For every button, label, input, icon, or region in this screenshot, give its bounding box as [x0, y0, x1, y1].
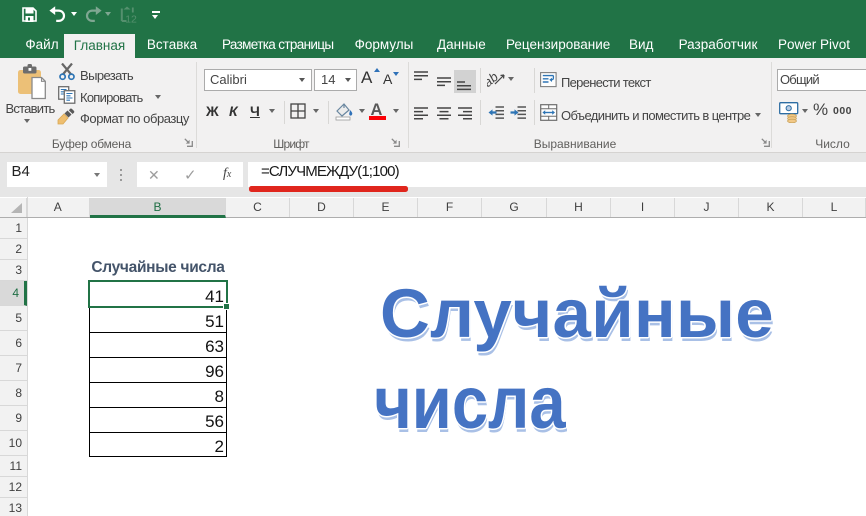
- svg-text:ab: ab: [487, 70, 501, 88]
- svg-text:12: 12: [125, 14, 137, 24]
